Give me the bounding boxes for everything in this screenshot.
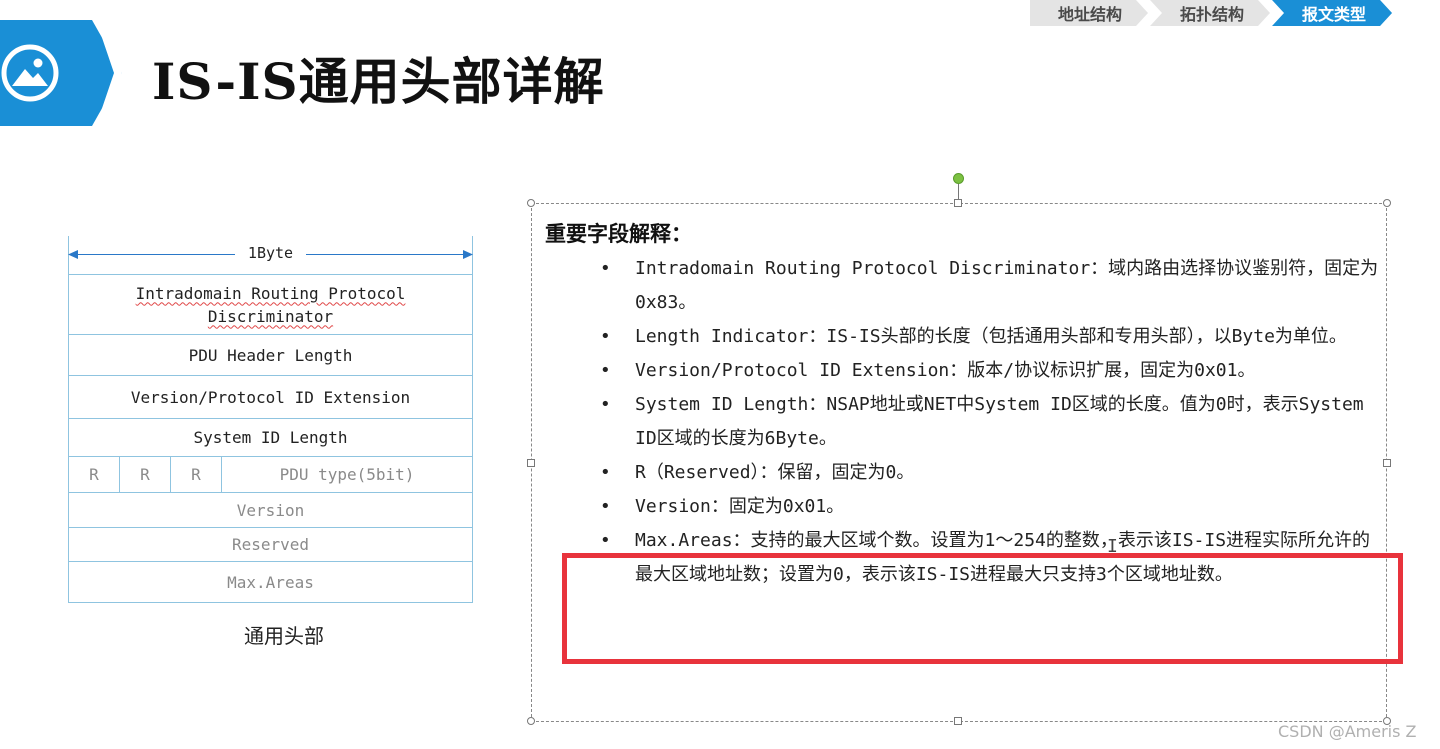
field-label: System ID Length xyxy=(193,428,348,447)
header-structure-diagram: 1Byte Intradomain Routing Protocol Discr… xyxy=(68,236,473,603)
breadcrumb-item-topology[interactable]: 拓扑结构 xyxy=(1150,0,1270,26)
field-max-areas: Max.Areas xyxy=(69,561,472,602)
item-text: Version/Protocol ID Extension：版本/协议标识扩展，… xyxy=(635,360,1256,381)
bullet-icon: • xyxy=(600,326,611,347)
item-text: Length Indicator：IS-IS头部的长度（包括通用头部和专用头部）… xyxy=(635,326,1347,347)
list-item: • Version：固定为0x01。 xyxy=(596,490,1386,524)
watermark: CSDN @Ameris Z xyxy=(1278,722,1417,741)
byte-width-indicator: 1Byte xyxy=(68,236,473,274)
resize-handle-bottom-left[interactable] xyxy=(527,717,535,725)
bullet-icon: • xyxy=(600,360,611,381)
list-item: • R（Reserved）：保留，固定为0。 xyxy=(596,456,1386,490)
field-version: Version xyxy=(69,492,472,527)
resize-handle-top-left[interactable] xyxy=(527,199,535,207)
byte-label: 1Byte xyxy=(247,244,294,262)
field-label: Max.Areas xyxy=(227,572,314,592)
breadcrumb-item-packet-type[interactable]: 报文类型 xyxy=(1272,0,1392,26)
field-label: Reserved xyxy=(231,535,310,554)
field-label: PDU Header Length xyxy=(188,345,353,365)
field-discriminator: Intradomain Routing Protocol Discriminat… xyxy=(69,274,472,334)
list-item: • System ID Length：NSAP地址或NET中System ID区域… xyxy=(596,388,1386,456)
resize-handle-top-right[interactable] xyxy=(1383,199,1391,207)
image-icon xyxy=(0,20,122,126)
text-cursor-icon: I xyxy=(1107,536,1118,557)
header-field-table: Intradomain Routing Protocol Discriminat… xyxy=(68,274,473,603)
resize-handle-bottom[interactable] xyxy=(954,717,962,725)
reserved-bit: R xyxy=(120,457,171,492)
diagram-caption: 通用头部 xyxy=(244,624,324,648)
resize-handle-top[interactable] xyxy=(954,199,962,207)
field-pdu-header-length: PDU Header Length xyxy=(69,334,472,375)
bullet-icon: • xyxy=(600,258,611,279)
explanation-list: • Intradomain Routing Protocol Discrimina… xyxy=(596,252,1386,592)
list-item: • Length Indicator：IS-IS头部的长度（包括通用头部和专用头部… xyxy=(596,320,1386,354)
reserved-bit: R xyxy=(69,457,120,492)
pdu-type-field: PDU type(5bit) xyxy=(279,465,415,484)
list-item: • Version/Protocol ID Extension：版本/协议标识扩展… xyxy=(596,354,1386,388)
reserved-bit: R xyxy=(171,457,222,492)
resize-handle-left[interactable] xyxy=(527,459,535,467)
page-title: IS-IS通用头部详解 xyxy=(152,52,605,111)
explanation-title: 重要字段解释： xyxy=(545,222,692,246)
highlight-box xyxy=(562,553,1403,664)
field-label: Intradomain Routing Protocol Discriminat… xyxy=(135,283,406,326)
field-system-id-length: System ID Length xyxy=(69,418,472,456)
list-item: • Intradomain Routing Protocol Discrimina… xyxy=(596,252,1386,320)
item-text: R（Reserved）：保留，固定为0。 xyxy=(635,462,915,483)
item-text: Version：固定为0x01。 xyxy=(635,496,845,517)
bullet-icon: • xyxy=(600,462,611,483)
item-text: Intradomain Routing Protocol Discriminat… xyxy=(635,258,1379,313)
field-reserved: Reserved xyxy=(69,527,472,561)
bullet-icon: • xyxy=(600,394,611,415)
item-text: System ID Length：NSAP地址或NET中System ID区域的… xyxy=(635,394,1364,449)
breadcrumb: 地址结构 拓扑结构 报文类型 xyxy=(1030,0,1394,26)
breadcrumb-label: 地址结构 xyxy=(1058,5,1123,24)
field-label: Version xyxy=(236,500,305,520)
breadcrumb-item-address[interactable]: 地址结构 xyxy=(1030,0,1148,26)
field-label: Version/Protocol ID Extension xyxy=(130,387,411,407)
field-version-protocol-id: Version/Protocol ID Extension xyxy=(69,375,472,418)
breadcrumb-label: 报文类型 xyxy=(1302,5,1367,24)
bullet-icon: • xyxy=(600,496,611,517)
field-bit-row: R R R PDU type(5bit) xyxy=(69,456,472,492)
rotate-handle[interactable] xyxy=(953,173,964,184)
breadcrumb-label: 拓扑结构 xyxy=(1180,5,1245,24)
